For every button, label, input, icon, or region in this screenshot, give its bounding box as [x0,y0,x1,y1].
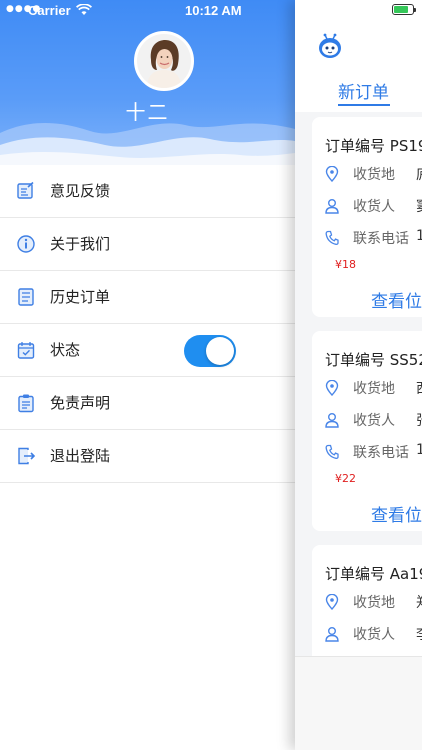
menu-item-label: 关于我们 [50,235,111,253]
main-panel[interactable]: 新订单 订单编号 PS19 收货地 庐 收货人 窦 联系电话 1 ¥18 查看位… [295,0,422,750]
menu-item-label: 意见反馈 [50,182,111,200]
menu-item-feedback[interactable]: 意见反馈 [0,165,295,218]
order-number: 订单编号 SS52 [325,351,422,369]
menu-item-label: 退出登陆 [50,447,111,465]
battery-icon [392,4,416,15]
view-location-button[interactable]: 查看位 [371,501,422,526]
menu-item-history[interactable]: 历史订单 [0,271,295,324]
drawer-header: ●●●● Carrier 10:12 AM 十二 [0,0,295,165]
order-number: 订单编号 PS19 [325,137,422,155]
info-icon [17,235,35,253]
order-number: 订单编号 Aa19 [325,565,422,583]
status-bar: ●●●● Carrier 10:12 AM [0,0,295,22]
menu-item-label: 免责声明 [50,394,111,412]
tab-indicator [338,104,390,106]
logout-icon [18,447,36,465]
menu-item-status: 状态 [0,324,295,377]
location-pin-icon [325,594,339,610]
menu-item-logout[interactable]: 退出登陆 [0,430,295,483]
order-card[interactable]: 订单编号 SS52 收货地 西 收货人 张 联系电话 1 ¥22 查看位 [312,331,422,531]
feedback-icon [17,181,34,199]
side-drawer: ●●●● Carrier 10:12 AM 十二 意见反馈 关于我们 历史订单 … [0,0,295,750]
view-location-button[interactable]: 查看位 [371,287,422,312]
bottom-bar [295,656,422,750]
drawer-menu: 意见反馈 关于我们 历史订单 状态 免责声明 退出登陆 [0,165,295,483]
calendar-check-icon [17,342,35,359]
toggle-knob [206,337,234,365]
avatar-portrait-icon [137,34,191,88]
tab-new-orders[interactable]: 新订单 [338,78,389,103]
menu-item-disclaimer[interactable]: 免责声明 [0,377,295,430]
person-icon [325,413,339,428]
username: 十二 [125,100,170,124]
location-pin-icon [325,380,339,396]
phone-icon [325,444,339,459]
person-icon [325,199,339,214]
history-list-icon [18,288,34,306]
location-pin-icon [325,166,339,182]
main-header: 新订单 [295,0,422,112]
menu-item-label: 状态 [50,341,81,359]
status-toggle[interactable] [184,335,236,367]
wifi-icon [76,4,92,15]
robot-mascot-icon [319,33,341,58]
avatar[interactable] [134,31,194,91]
price-label: ¥18 [335,258,356,271]
clock-label: 10:12 AM [185,3,242,18]
menu-item-about[interactable]: 关于我们 [0,218,295,271]
price-label: ¥22 [335,472,356,485]
person-icon [325,627,339,642]
order-card[interactable]: 订单编号 PS19 收货地 庐 收货人 窦 联系电话 1 ¥18 查看位 [312,117,422,317]
clipboard-icon [18,394,34,413]
carrier-label: Carrier [28,3,71,18]
phone-icon [325,230,339,245]
menu-item-label: 历史订单 [50,288,111,306]
